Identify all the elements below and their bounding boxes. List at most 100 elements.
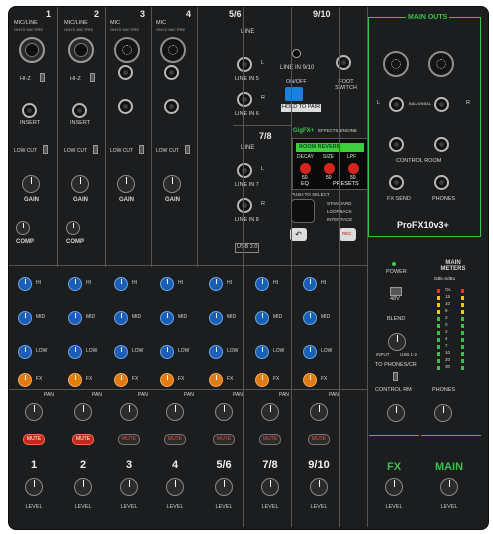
hi-eq-knob[interactable] [160,277,174,291]
low-eq-knob[interactable] [18,345,32,359]
mid-eq-knob[interactable] [18,311,32,325]
main-out-r-jack[interactable] [434,97,449,112]
hi-eq-knob[interactable] [18,277,32,291]
mid-eq-knob[interactable] [114,311,128,325]
low-eq-knob[interactable] [68,345,82,359]
mute-button[interactable]: MUTE [164,434,186,445]
low-eq-knob[interactable] [303,345,317,359]
xlr-input-jack[interactable] [114,37,140,63]
pan-knob[interactable] [310,403,328,421]
main-master-level-knob[interactable] [440,478,458,496]
fx-eq-tab[interactable]: EQ [301,181,309,188]
mute-button[interactable]: MUTE [213,434,235,445]
fx-eq-knob[interactable] [303,373,317,387]
mid-eq-knob[interactable] [68,311,82,325]
pan-knob[interactable] [215,403,233,421]
level-knob[interactable] [25,478,43,496]
line-in-5-jack[interactable] [237,57,252,72]
line-input-jack[interactable] [164,99,179,114]
channel-number-header: 3 [140,9,146,19]
mid-eq-knob[interactable] [255,311,269,325]
low-eq-knob[interactable] [209,345,223,359]
fx-send-jack[interactable] [389,175,404,190]
combo-input-jack[interactable] [68,37,94,63]
fx-eq-knob[interactable] [68,373,82,387]
low-eq-knob[interactable] [255,345,269,359]
main-out-l-jack[interactable] [389,97,404,112]
fx-back-button[interactable]: ↶ [290,228,307,241]
level-knob[interactable] [120,478,138,496]
control-room-r-jack[interactable] [434,137,449,152]
hi-eq-knob[interactable] [114,277,128,291]
gain-knob[interactable] [71,175,89,193]
phones-knob[interactable] [434,404,452,422]
phantom-48v-button[interactable] [390,287,402,296]
hi-eq-label: HI [86,280,91,286]
line-input-jack[interactable] [118,99,133,114]
low-eq-knob[interactable] [114,345,128,359]
fx-eq-knob[interactable] [255,373,269,387]
main-out-l-xlr[interactable] [383,51,409,77]
mute-button[interactable]: MUTE [118,434,140,445]
hi-z-switch[interactable] [40,73,45,82]
gain-knob[interactable] [163,175,181,193]
fx-eq-knob[interactable] [18,373,32,387]
hi-eq-knob[interactable] [255,277,269,291]
pan-knob[interactable] [166,403,184,421]
level-knob[interactable] [261,478,279,496]
control-room-l-jack[interactable] [389,137,404,152]
mute-button[interactable]: MUTE [72,434,94,445]
hi-eq-knob[interactable] [303,277,317,291]
control-rm-knob[interactable] [387,404,405,422]
comp-knob[interactable] [16,221,30,235]
pan-knob[interactable] [120,403,138,421]
mid-eq-knob[interactable] [209,311,223,325]
level-label: LEVEL [74,504,92,510]
low-cut-switch[interactable] [185,145,190,154]
insert-jack[interactable] [22,103,37,118]
level-knob[interactable] [310,478,328,496]
fx-eq-knob[interactable] [209,373,223,387]
mute-button[interactable]: MUTE [23,434,45,445]
combo-input-jack[interactable] [19,37,45,63]
bluetooth-button[interactable] [285,87,303,101]
line-input-jack[interactable] [118,65,133,80]
fx-rec-button[interactable]: REC [339,228,356,241]
hi-eq-knob[interactable] [68,277,82,291]
to-phones-switch[interactable] [393,372,398,381]
fx-eq-knob[interactable] [114,373,128,387]
pan-knob[interactable] [25,403,43,421]
gain-knob[interactable] [117,175,135,193]
low-cut-switch[interactable] [43,145,48,154]
line-input-jack[interactable] [164,65,179,80]
line-in-7-jack[interactable] [237,163,252,178]
insert-jack[interactable] [72,103,87,118]
main-out-r-xlr[interactable] [428,51,454,77]
fx-master-level-knob[interactable] [385,478,403,496]
pan-knob[interactable] [74,403,92,421]
phones-jack[interactable] [434,175,449,190]
xlr-input-jack[interactable] [160,37,186,63]
low-cut-switch[interactable] [93,145,98,154]
low-eq-knob[interactable] [160,345,174,359]
mute-button[interactable]: MUTE [308,434,330,445]
fx-encoder[interactable] [291,199,315,223]
level-knob[interactable] [215,478,233,496]
line-in-8-jack[interactable] [237,198,252,213]
level-knob[interactable] [74,478,92,496]
low-cut-switch[interactable] [139,145,144,154]
channel-number: 5/6 [216,459,232,471]
hi-z-switch[interactable] [90,73,95,82]
line-in-6-jack[interactable] [237,92,252,107]
blend-knob[interactable] [388,333,406,351]
fx-eq-knob[interactable] [160,373,174,387]
fx-presets-tab[interactable]: PRESETS [333,181,359,188]
level-knob[interactable] [166,478,184,496]
mid-eq-knob[interactable] [160,311,174,325]
gain-knob[interactable] [22,175,40,193]
mid-eq-knob[interactable] [303,311,317,325]
hi-eq-knob[interactable] [209,277,223,291]
mute-button[interactable]: MUTE [259,434,281,445]
comp-knob[interactable] [66,221,80,235]
pan-knob[interactable] [261,403,279,421]
